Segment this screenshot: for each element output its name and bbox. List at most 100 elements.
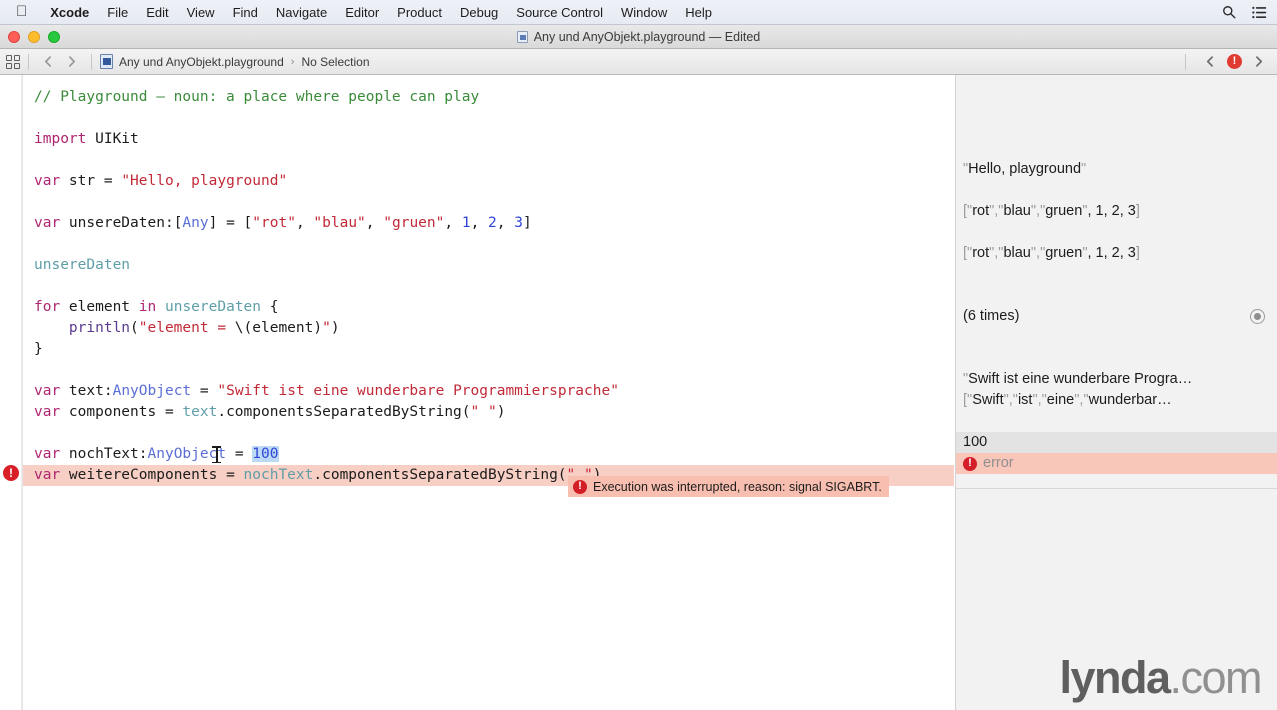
menu-item-debug[interactable]: Debug	[451, 3, 507, 22]
result-text: blau	[1003, 243, 1030, 264]
value-history-button[interactable]	[1250, 309, 1265, 324]
results-divider	[956, 488, 1277, 489]
code-line[interactable]: }	[34, 339, 43, 360]
zoom-button[interactable]	[48, 31, 60, 43]
notification-center-icon[interactable]	[1252, 6, 1267, 19]
breadcrumb-separator-icon: ›	[291, 56, 295, 68]
code-line[interactable]: unsereDaten	[34, 255, 130, 276]
code-token: 100	[252, 446, 278, 462]
code-token: "Swift ist eine wunderbare Programmiersp…	[217, 383, 619, 399]
code-line[interactable]: var components = text.componentsSeparate…	[34, 402, 505, 423]
code-token: "	[322, 320, 331, 336]
menu-item-help[interactable]: Help	[676, 3, 721, 22]
result-text: 100	[963, 432, 987, 453]
code-line[interactable]: var unsereDaten:[Any] = ["rot", "blau", …	[34, 213, 532, 234]
code-token	[34, 320, 69, 336]
minimize-button[interactable]	[28, 31, 40, 43]
breadcrumb-file[interactable]: Any und AnyObjekt.playground	[119, 55, 284, 69]
code-token: import	[34, 131, 86, 147]
gutter-error-icon[interactable]: !	[3, 465, 19, 481]
code-token: var	[34, 173, 60, 189]
menu-items: XcodeFileEditViewFindNavigateEditorProdu…	[41, 3, 721, 22]
code-token: AnyObject	[148, 446, 227, 462]
code-token: unsereDaten	[165, 299, 261, 315]
menu-bar:  XcodeFileEditViewFindNavigateEditorPro…	[0, 0, 1277, 25]
code-token: ]	[523, 215, 532, 231]
code-token: ,	[444, 215, 461, 231]
watermark-brand: lynda	[1059, 655, 1169, 700]
inline-error-tooltip[interactable]: ! Execution was interrupted, reason: sig…	[568, 476, 889, 497]
code-line[interactable]: for element in unsereDaten {	[34, 297, 278, 318]
code-line[interactable]: import UIKit	[34, 129, 139, 150]
close-button[interactable]	[8, 31, 20, 43]
code-token: var	[34, 215, 60, 231]
result-text: gruen	[1045, 201, 1082, 222]
jump-bar: Any und AnyObjekt.playground › No Select…	[0, 49, 1277, 75]
code-line[interactable]: var str = "Hello, playground"	[34, 171, 287, 192]
code-token: \(element)	[235, 320, 322, 336]
breadcrumb-selection[interactable]: No Selection	[301, 55, 369, 69]
previous-issue-icon[interactable]	[1204, 55, 1217, 68]
result-row[interactable]: ["Swift", "ist", "eine", "wunderbar…	[956, 390, 1277, 411]
menu-item-editor[interactable]: Editor	[336, 3, 388, 22]
watermark-tld: .com	[1169, 655, 1261, 700]
menu-item-product[interactable]: Product	[388, 3, 451, 22]
result-text: eine	[1047, 390, 1074, 411]
code-token: str =	[60, 173, 121, 189]
result-text: Swift ist eine wunderbare Progra…	[968, 369, 1192, 390]
menu-item-navigate[interactable]: Navigate	[267, 3, 336, 22]
menu-item-find[interactable]: Find	[224, 3, 267, 22]
code-token: println	[69, 320, 130, 336]
code-line[interactable]: // Playground — noun: a place where peop…	[34, 87, 479, 108]
menu-item-view[interactable]: View	[178, 3, 224, 22]
result-row[interactable]: (6 times)	[956, 306, 1277, 327]
code-token: unsereDaten:[	[60, 215, 182, 231]
forward-chevron-icon[interactable]	[65, 55, 78, 68]
code-token: var	[34, 404, 60, 420]
results-sidebar[interactable]: "Hello, playground" ["rot", "blau", "grue…	[955, 75, 1277, 710]
editor-area: // Playground — noun: a place where peop…	[0, 75, 1277, 710]
navigator-toggle-icon[interactable]	[6, 55, 20, 69]
result-text: "	[1081, 159, 1086, 180]
code-token: )	[331, 320, 340, 336]
result-text: , 1, 2, 3	[1087, 201, 1135, 222]
lynda-watermark: lynda .com	[1059, 655, 1261, 700]
code-token: "rot"	[252, 215, 296, 231]
result-row[interactable]: ["rot", "blau", "gruen", 1, 2, 3]	[956, 243, 1277, 264]
menu-item-source-control[interactable]: Source Control	[507, 3, 612, 22]
code-token: ,	[296, 215, 313, 231]
menu-item-file[interactable]: File	[98, 3, 137, 22]
code-token: var	[34, 467, 60, 483]
code-token: (	[130, 320, 139, 336]
code-token: nochText:	[60, 446, 147, 462]
issue-error-icon[interactable]: !	[1227, 54, 1242, 69]
menu-item-edit[interactable]: Edit	[137, 3, 177, 22]
code-line[interactable]: println("element = \(element)")	[34, 318, 340, 339]
code-token: ] = [	[209, 215, 253, 231]
code-token: text:	[60, 383, 112, 399]
editor-gutter[interactable]	[0, 75, 22, 710]
menu-item-xcode[interactable]: Xcode	[41, 3, 98, 22]
code-line[interactable]: var nochText:AnyObject = 100	[34, 444, 279, 465]
search-icon[interactable]	[1222, 5, 1236, 19]
code-token: for	[34, 299, 60, 315]
apple-logo-icon[interactable]: 	[16, 4, 27, 19]
code-line[interactable]: var text:AnyObject = "Swift ist eine wun…	[34, 381, 619, 402]
code-token: }	[34, 341, 43, 357]
result-row[interactable]: "Hello, playground"	[956, 159, 1277, 180]
error-icon: !	[573, 480, 587, 494]
result-row[interactable]: 100	[956, 432, 1277, 453]
menu-item-window[interactable]: Window	[612, 3, 676, 22]
back-chevron-icon[interactable]	[42, 55, 55, 68]
playground-file-icon	[100, 54, 113, 69]
window-title-label: Any und AnyObjekt.playground — Edited	[534, 30, 761, 44]
next-issue-icon[interactable]	[1252, 55, 1265, 68]
source-code-editor[interactable]: // Playground — noun: a place where peop…	[23, 75, 954, 710]
result-text: wunderbar…	[1089, 390, 1172, 411]
result-row[interactable]: "Swift ist eine wunderbare Progra…	[956, 369, 1277, 390]
result-text: ist	[1018, 390, 1033, 411]
code-token: nochText	[244, 467, 314, 483]
result-row[interactable]: ["rot", "blau", "gruen", 1, 2, 3]	[956, 201, 1277, 222]
result-row[interactable]: !error	[956, 453, 1277, 474]
code-line[interactable]: var weitereComponents = nochText.compone…	[34, 465, 601, 486]
